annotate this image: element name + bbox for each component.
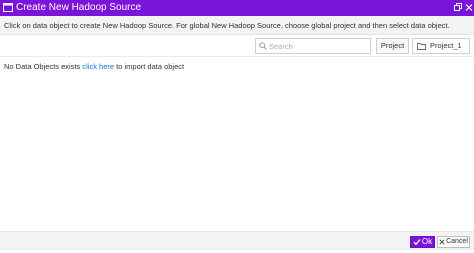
toolbar: Project Project_1 bbox=[0, 35, 474, 57]
project-button[interactable]: Project bbox=[376, 38, 409, 54]
window-icon bbox=[3, 3, 13, 12]
ok-button[interactable]: Ok bbox=[410, 236, 435, 248]
project-select[interactable]: Project_1 bbox=[412, 38, 470, 54]
search-icon bbox=[259, 42, 267, 50]
cancel-button[interactable]: Cancel bbox=[437, 236, 470, 248]
folder-icon bbox=[417, 43, 426, 50]
dialog-title: Create New Hadoop Source bbox=[16, 2, 142, 13]
import-link[interactable]: click here bbox=[82, 62, 114, 71]
instruction-text: Click on data object to create New Hadoo… bbox=[0, 16, 474, 35]
cancel-label: Cancel bbox=[446, 238, 468, 245]
ok-label: Ok bbox=[421, 237, 433, 246]
data-object-list: No Data Objects exists click here to imp… bbox=[0, 57, 474, 231]
create-hadoop-source-dialog: Create New Hadoop Source Click on data o… bbox=[0, 0, 474, 253]
search-box[interactable] bbox=[255, 38, 371, 54]
search-input[interactable] bbox=[269, 39, 369, 53]
maximize-icon[interactable] bbox=[454, 3, 462, 11]
x-icon bbox=[439, 239, 445, 245]
empty-message: No Data Objects exists click here to imp… bbox=[4, 62, 184, 72]
empty-message-suffix: to import data object bbox=[114, 62, 185, 71]
project-select-value: Project_1 bbox=[430, 41, 462, 50]
dialog-titlebar: Create New Hadoop Source bbox=[0, 0, 474, 16]
check-icon bbox=[413, 239, 421, 246]
close-icon[interactable] bbox=[465, 3, 473, 12]
dialog-footer: Ok Cancel bbox=[0, 231, 474, 250]
empty-message-prefix: No Data Objects exists bbox=[4, 62, 83, 71]
